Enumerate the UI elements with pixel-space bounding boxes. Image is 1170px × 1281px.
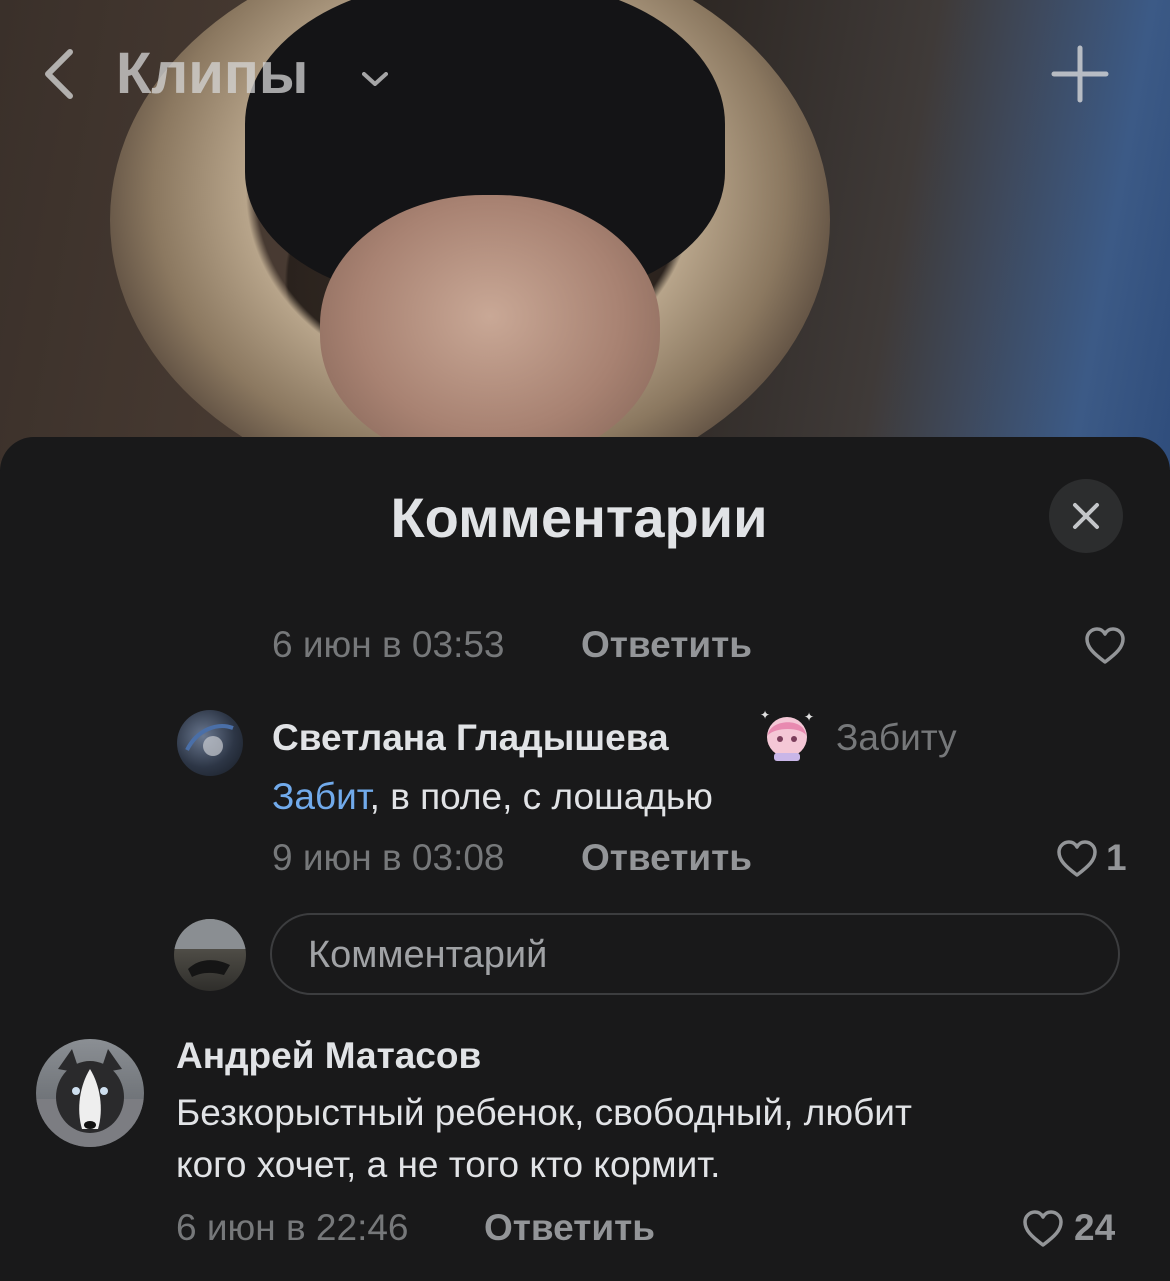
comment-date: 9 июн в 03:08 (272, 837, 505, 878)
comment-author[interactable]: Светлана Гладышева (272, 717, 669, 759)
svg-text:✦: ✦ (760, 708, 770, 722)
reply-to-name[interactable]: Забиту (836, 717, 957, 759)
sheet-title: Комментарии (390, 486, 768, 549)
comment-input[interactable] (306, 915, 1090, 995)
comment-text-body: , в поле, с лошадью (369, 776, 713, 817)
heart-icon[interactable] (1055, 839, 1099, 879)
comment-date: 6 июн в 03:53 (272, 624, 505, 665)
comment-author[interactable]: Андрей Матасов (176, 1035, 481, 1077)
like-count: 1 (1106, 837, 1127, 878)
top-bar: Клипы (0, 0, 1170, 150)
close-button[interactable] (1049, 479, 1123, 553)
close-icon (1073, 503, 1099, 529)
my-avatar (174, 919, 246, 991)
avatar[interactable] (36, 1039, 144, 1147)
mention-link[interactable]: Забит (272, 776, 370, 817)
avatar-image (36, 1049, 144, 1147)
reply-button[interactable]: Ответить (581, 837, 752, 879)
comments-sheet: Комментарии 6 июн в 03:53 Ответить Светл… (0, 437, 1170, 1281)
back-chevron-icon[interactable] (34, 44, 94, 104)
avatar-image (174, 919, 246, 977)
comment-input-field[interactable] (270, 913, 1120, 995)
reply-button[interactable]: Ответить (581, 624, 752, 666)
heart-icon[interactable] (1083, 626, 1127, 666)
plus-icon[interactable] (1050, 44, 1110, 104)
comment-text: Забит, в поле, с лошадью (272, 771, 713, 823)
comment-text-line: кого хочет, а не того кто кормит. (176, 1144, 721, 1185)
face-shape (320, 195, 660, 465)
chevron-down-icon[interactable] (358, 66, 392, 90)
sticker-icon: ✦ ✦ (756, 707, 818, 769)
heart-icon[interactable] (1021, 1209, 1065, 1249)
avatar[interactable] (177, 710, 243, 776)
svg-text:✦: ✦ (804, 710, 814, 724)
clips-title[interactable]: Клипы (116, 40, 308, 107)
comment-date: 6 июн в 22:46 (176, 1207, 409, 1248)
like-count: 24 (1074, 1207, 1116, 1248)
comment-text-line: Безкорыстный ребенок, свободный, любит (176, 1092, 912, 1133)
reply-button[interactable]: Ответить (484, 1207, 655, 1249)
avatar-image (185, 724, 234, 756)
